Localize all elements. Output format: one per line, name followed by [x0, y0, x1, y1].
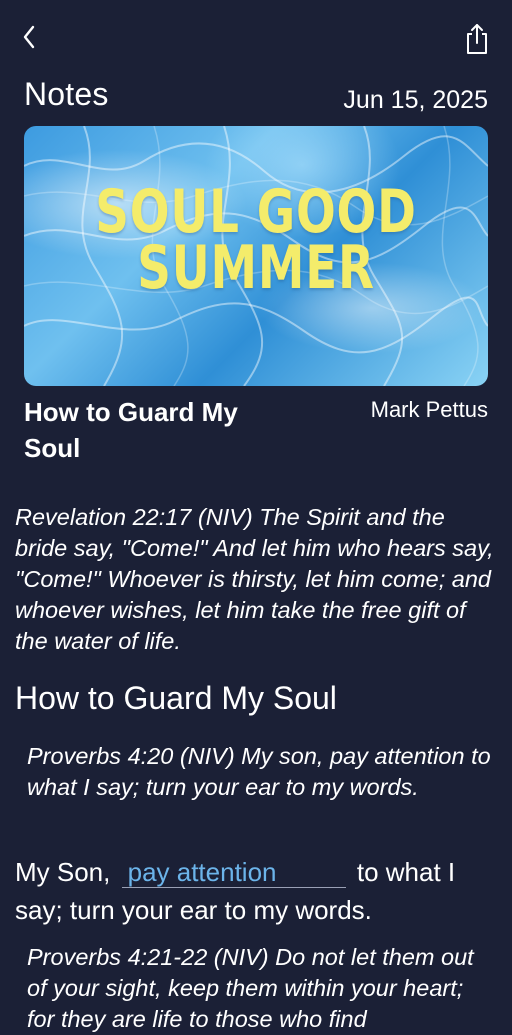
- fill-in-blank-answer[interactable]: pay attention: [121, 857, 346, 888]
- back-button[interactable]: [18, 22, 44, 52]
- chevron-left-icon: [23, 25, 35, 49]
- scripture-proverbs-4-20: Proverbs 4:20 (NIV) My son, pay attentio…: [27, 743, 491, 800]
- banner-title: SOUL GOOD SUMMER: [75, 177, 437, 303]
- scripture-proverbs-4-21: Proverbs 4:21-22 (NIV) Do not let them o…: [27, 944, 474, 1032]
- speaker-name: Mark Pettus: [370, 397, 488, 422]
- share-button[interactable]: [462, 22, 492, 56]
- top-bar: [0, 0, 512, 70]
- share-icon: [467, 24, 487, 54]
- section-heading: How to Guard My Soul: [15, 680, 337, 716]
- page-title: Notes: [24, 76, 109, 112]
- note-date: Jun 15, 2025: [343, 86, 488, 114]
- fill-in-statement: My Son, pay attention to what I say; tur…: [15, 853, 505, 929]
- banner-line-1: SOUL GOOD: [95, 177, 417, 247]
- scripture-revelation: Revelation 22:17 (NIV) The Spirit and th…: [15, 504, 494, 654]
- sermon-title: How to Guard My Soul: [24, 397, 238, 463]
- fill-prefix: My Son,: [15, 857, 111, 887]
- sermon-banner-image: SOUL GOOD SUMMER: [24, 126, 488, 386]
- banner-line-2: SUMMER: [137, 233, 375, 303]
